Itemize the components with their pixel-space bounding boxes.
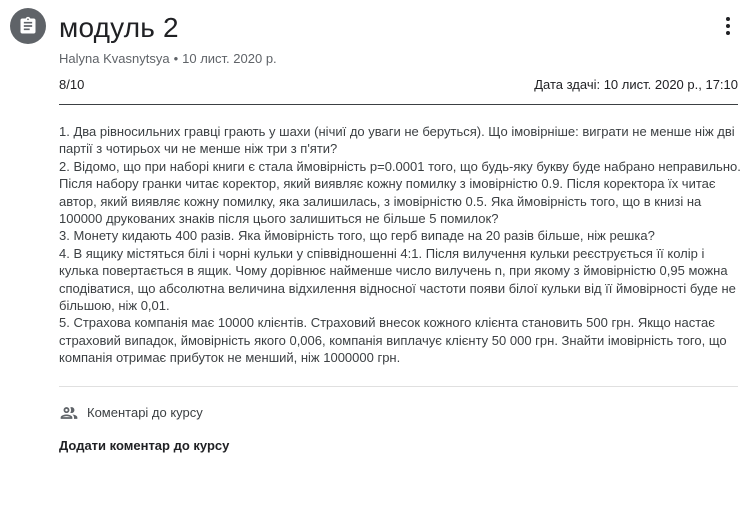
comments-divider [59,386,738,387]
page-title: модуль 2 [59,12,179,43]
assignment-description: 1. Два рівносильних гравці грають у шахи… [59,123,741,367]
due-date: Дата здачі: 10 лист. 2020 р., 17:10 [534,77,738,92]
add-class-comment-button[interactable]: Додати коментар до курсу [59,437,229,455]
meta-separator: • [173,51,179,66]
header-divider [59,104,738,105]
class-comments-label: Коментарі до курсу [87,405,203,420]
people-icon [60,407,78,419]
task-5: 5. Страхова компанія має 10000 клієнтів.… [59,315,727,366]
assignment-icon [10,8,46,44]
post-date: 10 лист. 2020 р. [182,51,277,66]
task-1: 1. Два рівносильних гравці грають у шахи… [59,124,735,157]
task-2: 2. Відомо, що при наборі книги є стала й… [59,158,741,227]
more-vert-dot [726,24,730,28]
assignment-meta: Halyna Kvasnytsya • 10 лист. 2020 р. [59,51,277,67]
author-name: Halyna Kvasnytsya [59,51,170,66]
task-3: 3. Монету кидають 400 разів. Яка ймовірн… [59,228,655,244]
class-comments-header: Коментарі до курсу [59,403,203,423]
assignment-page: модуль 2 Halyna Kvasnytsya • 10 лист. 2020… [0,0,748,505]
more-vert-icon [726,17,730,21]
more-options-button[interactable] [716,14,740,38]
task-4: 4. В ящику містяться білі і чорні кульки… [59,245,736,314]
points-value: 8/10 [59,77,85,92]
clipboard-icon [20,16,36,34]
more-vert-dot [726,31,730,35]
